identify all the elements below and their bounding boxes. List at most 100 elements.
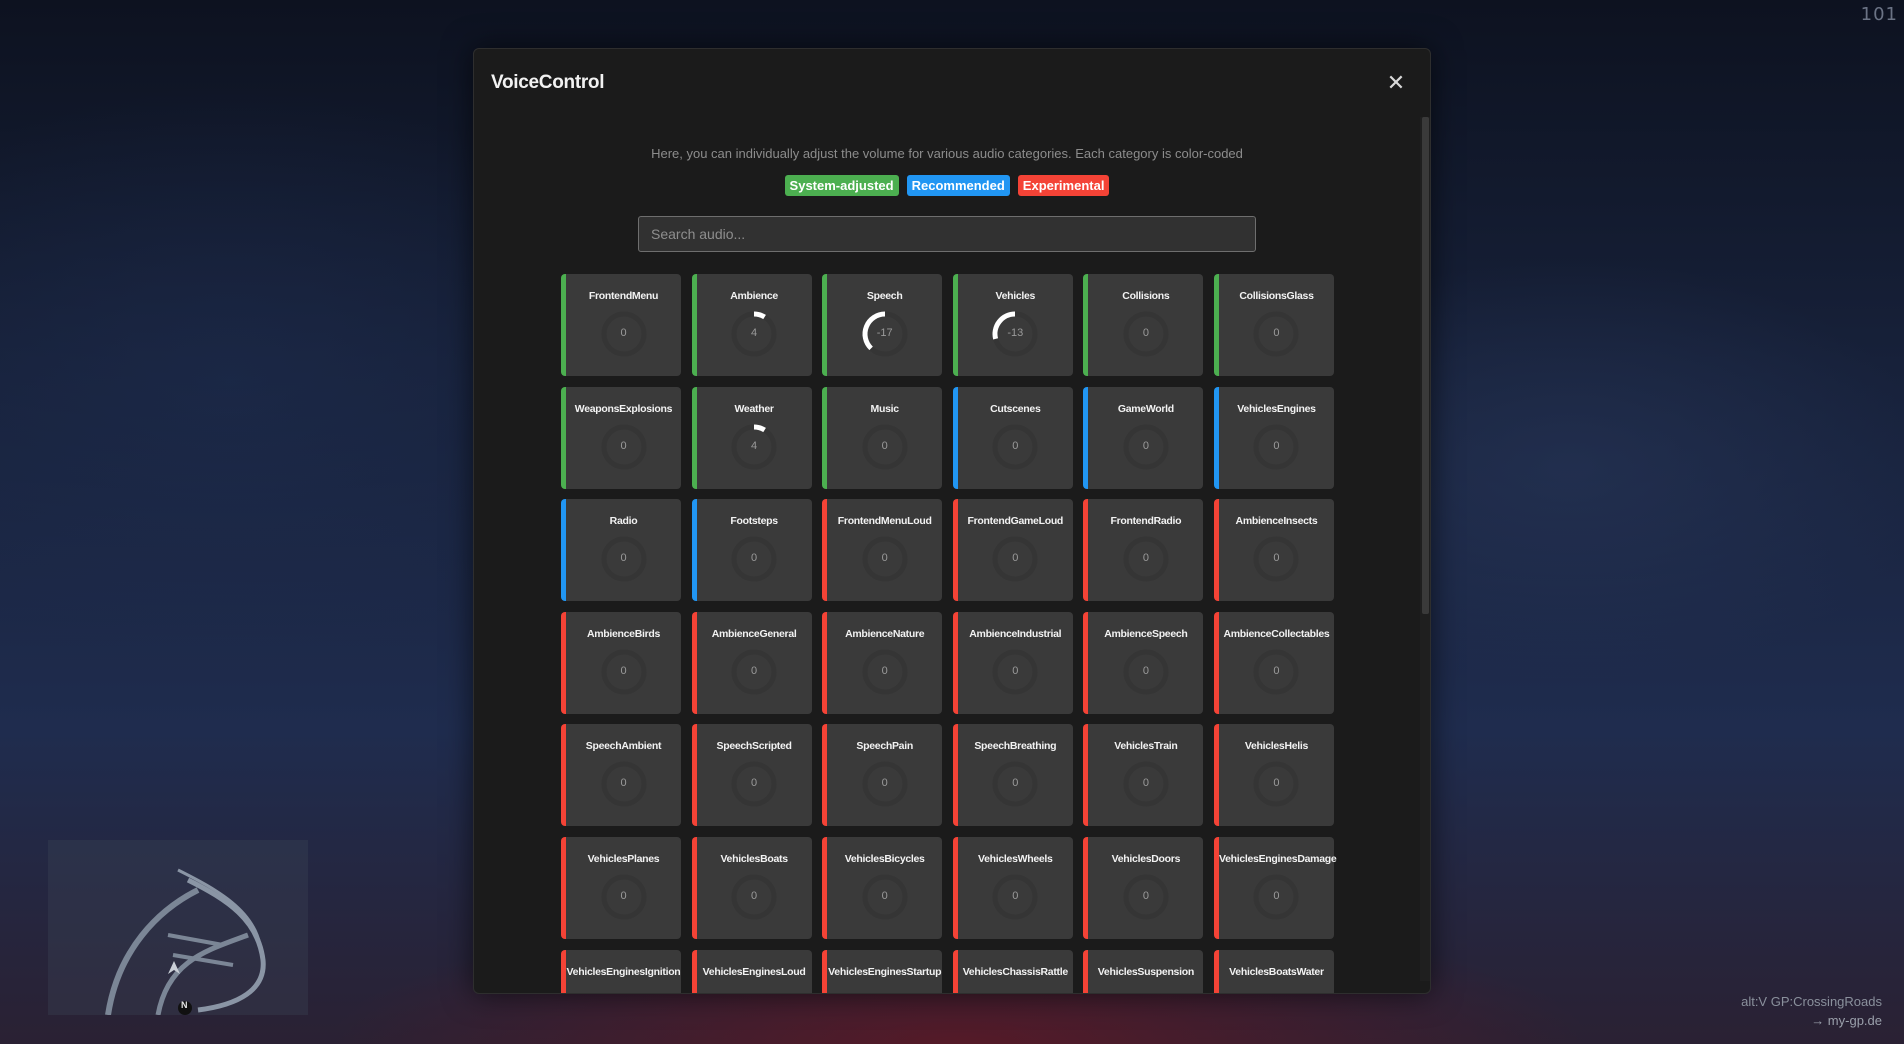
volume-knob[interactable]: 0 [1250,421,1302,473]
audio-tile-label: FrontendGameLoud [967,515,1064,528]
volume-knob[interactable]: 0 [859,871,911,923]
badge-system-adjusted: System-adjusted [784,175,899,196]
volume-knob[interactable]: 0 [598,308,650,360]
audio-tile-frontendradio[interactable]: FrontendRadio 0 [1083,499,1204,602]
audio-tile-label: CollisionsGlass [1239,290,1314,302]
audio-tile-vehicleschassisrattle[interactable]: VehiclesChassisRattle [952,949,1073,993]
audio-tile-label: VehiclesEngines [1237,402,1316,415]
voicecontrol-modal: VoiceControl ✕ Here, you can individuall… [473,48,1431,994]
volume-knob[interactable]: 0 [728,533,780,585]
audio-tile-vehiclesenginesignition[interactable]: VehiclesEnginesIgnition [561,949,681,993]
search-input[interactable] [638,216,1256,252]
audio-tile-gameworld[interactable]: GameWorld 0 [1083,386,1204,489]
audio-tile-weaponsexplosions[interactable]: WeaponsExplosions 0 [561,386,681,489]
knob-value: 0 [1142,889,1149,902]
audio-tile-vehiclessuspension[interactable]: VehiclesSuspension [1083,949,1204,993]
volume-knob[interactable]: 0 [598,646,650,698]
audio-tile-ambiencecollectables[interactable]: AmbienceCollectables 0 [1213,611,1334,714]
volume-knob[interactable]: 0 [728,758,780,810]
volume-knob[interactable]: 0 [1120,533,1172,585]
audio-tile-radio[interactable]: Radio 0 [561,499,681,602]
volume-knob[interactable]: 0 [1120,646,1172,698]
volume-knob[interactable]: 0 [989,533,1041,585]
audio-tile-label: VehiclesHelis [1244,740,1309,753]
audio-tile-speechbreathing[interactable]: SpeechBreathing 0 [952,724,1073,827]
audio-tile-vehiclesenginesdamage[interactable]: VehiclesEnginesDamage 0 [1213,836,1337,939]
volume-knob[interactable]: 0 [1250,871,1302,923]
audio-tile-footsteps[interactable]: Footsteps 0 [691,499,812,602]
audio-tile-ambiencespeech[interactable]: AmbienceSpeech 0 [1083,611,1204,714]
audio-tile-cutscenes[interactable]: Cutscenes 0 [952,386,1073,489]
volume-knob[interactable]: 0 [989,758,1041,810]
audio-tile-collisions[interactable]: Collisions 0 [1083,274,1204,376]
volume-knob[interactable]: 0 [859,421,911,473]
audio-tile-ambiencebirds[interactable]: AmbienceBirds 0 [561,611,681,714]
audio-tile-vehiclesdoors[interactable]: VehiclesDoors 0 [1083,836,1204,939]
volume-knob[interactable]: 0 [859,758,911,810]
volume-knob[interactable]: 0 [1250,758,1302,810]
volume-knob[interactable]: 0 [989,421,1041,473]
audio-tile-speechpain[interactable]: SpeechPain 0 [822,724,943,827]
volume-knob[interactable]: 0 [1250,533,1302,585]
knob-value: -17 [876,327,893,339]
knob-value: 0 [1273,777,1280,790]
audio-tile-frontendmenu[interactable]: FrontendMenu 0 [561,274,681,376]
volume-knob[interactable]: 0 [989,646,1041,698]
audio-tile-ambience[interactable]: Ambience 4 [691,274,812,376]
audio-tile-label: VehiclesEnginesLoud [702,965,806,978]
audio-tile-vehiclesbicycles[interactable]: VehiclesBicycles 0 [822,836,943,939]
audio-tile-frontendgameloud[interactable]: FrontendGameLoud 0 [952,499,1073,602]
knob-value: 0 [620,327,627,339]
audio-tile-frontendmenuloud[interactable]: FrontendMenuLoud 0 [822,499,943,602]
volume-knob[interactable]: 0 [598,871,650,923]
volume-knob[interactable]: 0 [1120,871,1172,923]
volume-knob[interactable]: 0 [859,646,911,698]
audio-tile-label: AmbienceCollectables [1223,627,1330,640]
audio-tile-vehiclesengines[interactable]: VehiclesEngines 0 [1213,386,1334,489]
audio-tile-ambiencenature[interactable]: AmbienceNature 0 [822,611,943,714]
audio-tile-collisionsglass[interactable]: CollisionsGlass 0 [1213,274,1334,376]
audio-tile-vehicles[interactable]: Vehicles -13 [952,274,1073,376]
volume-knob[interactable]: 0 [598,421,650,473]
audio-tile-speechscripted[interactable]: SpeechScripted 0 [691,724,812,827]
volume-knob[interactable]: 0 [989,871,1041,923]
knob-value: 0 [1142,439,1149,452]
volume-knob[interactable]: 4 [728,421,780,473]
volume-knob[interactable]: -13 [989,308,1041,360]
volume-knob[interactable]: 0 [598,758,650,810]
volume-knob[interactable]: 0 [1250,308,1302,360]
knob-value: 0 [1273,439,1280,452]
audio-tile-music[interactable]: Music 0 [822,386,943,489]
knob-value: 0 [1273,327,1280,339]
audio-tile-vehiclesboatswater[interactable]: VehiclesBoatsWater [1213,949,1334,993]
audio-tile-vehiclesplanes[interactable]: VehiclesPlanes 0 [561,836,681,939]
volume-knob[interactable]: 0 [1120,421,1172,473]
volume-knob[interactable]: 0 [598,533,650,585]
volume-knob[interactable]: 4 [728,308,780,360]
volume-knob[interactable]: -17 [859,308,911,360]
audio-tile-vehiclesboats[interactable]: VehiclesBoats 0 [691,836,812,939]
volume-knob[interactable]: 0 [1120,758,1172,810]
audio-tile-vehiclesenginesloud[interactable]: VehiclesEnginesLoud [691,949,812,993]
audio-tile-speechambient[interactable]: SpeechAmbient 0 [561,724,681,827]
audio-tile-speech[interactable]: Speech -17 [822,274,943,376]
audio-tile-ambiencegeneral[interactable]: AmbienceGeneral 0 [691,611,812,714]
volume-knob[interactable]: 0 [1250,646,1302,698]
volume-knob[interactable]: 0 [859,533,911,585]
audio-tile-ambienceindustrial[interactable]: AmbienceIndustrial 0 [952,611,1073,714]
audio-tile-ambienceinsects[interactable]: AmbienceInsects 0 [1213,499,1334,602]
knob-value: 0 [1012,552,1019,565]
volume-knob[interactable]: 0 [728,646,780,698]
audio-tile-vehiclestrain[interactable]: VehiclesTrain 0 [1083,724,1204,827]
scrollbar-thumb[interactable] [1422,117,1429,614]
scrollbar[interactable] [1420,117,1430,981]
volume-knob[interactable]: 0 [1120,308,1172,360]
audio-tile-vehicleswheels[interactable]: VehiclesWheels 0 [952,836,1073,939]
audio-tile-weather[interactable]: Weather 4 [691,386,812,489]
knob-value: 0 [620,664,627,677]
volume-knob[interactable]: 0 [728,871,780,923]
audio-tile-vehiclesenginesstartup[interactable]: VehiclesEnginesStartup [822,949,943,993]
close-icon[interactable]: ✕ [1384,71,1408,95]
audio-tile-label: VehiclesBoats [720,852,788,865]
audio-tile-vehicleshelis[interactable]: VehiclesHelis 0 [1213,724,1334,827]
